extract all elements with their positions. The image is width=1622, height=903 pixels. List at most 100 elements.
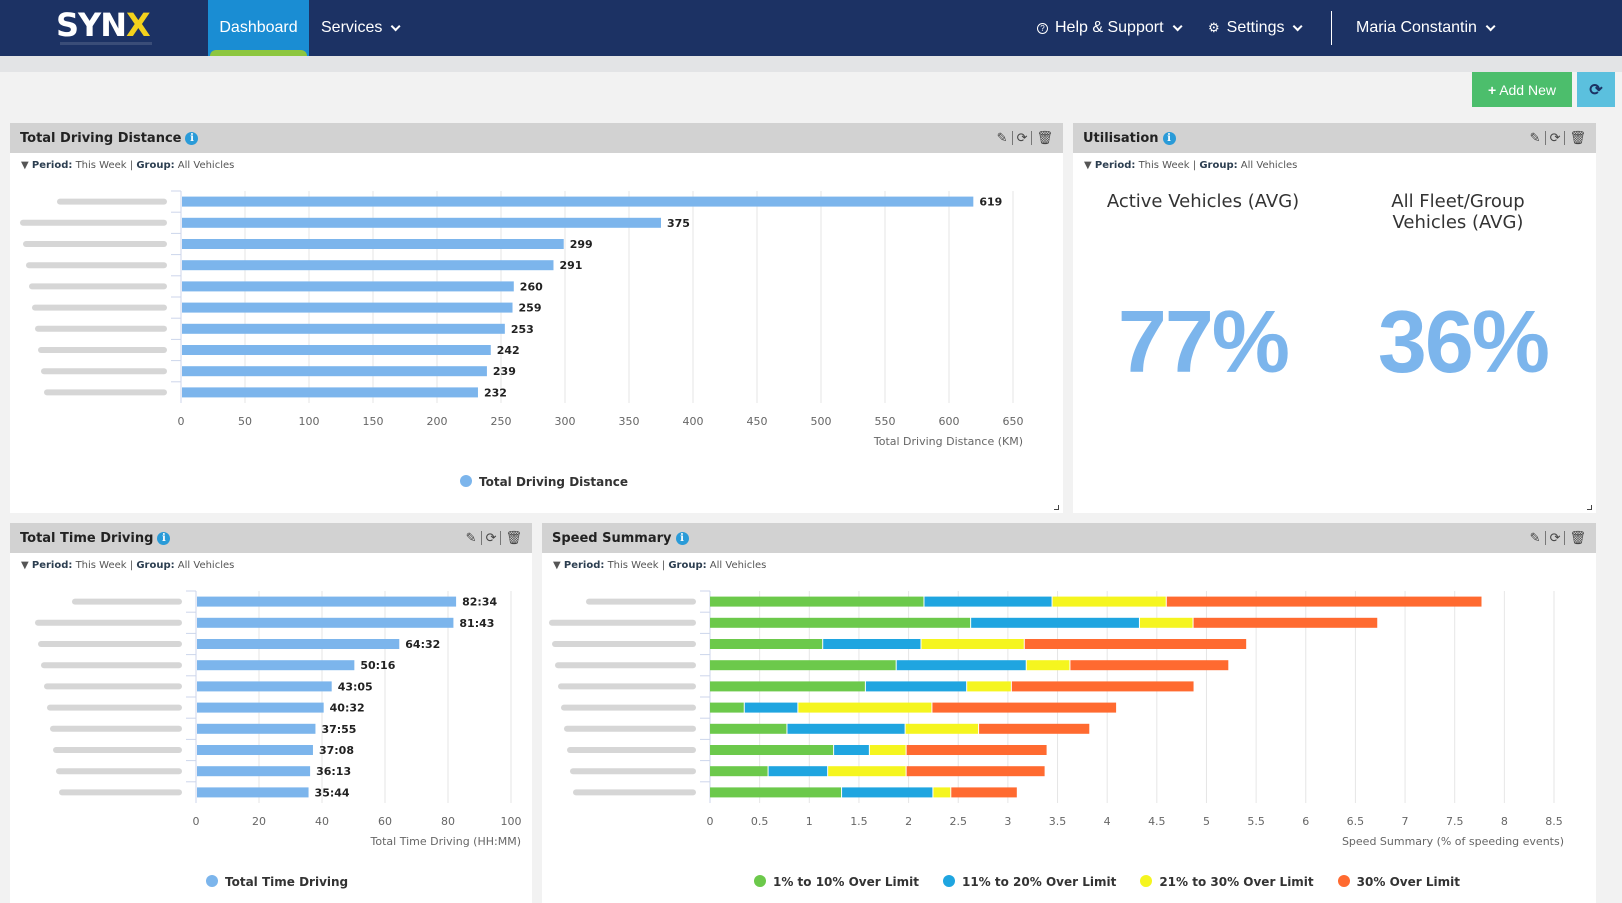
legend-label: 11% to 20% Over Limit bbox=[961, 875, 1117, 889]
info-icon[interactable]: i bbox=[675, 531, 689, 545]
divider bbox=[1544, 531, 1546, 545]
x-axis-title: Total Time Driving (HH:MM) bbox=[370, 835, 521, 848]
trash-icon[interactable]: 🗑 bbox=[1036, 131, 1053, 146]
info-icon[interactable]: i bbox=[157, 531, 171, 545]
category-label-blurred bbox=[72, 598, 182, 605]
info-icon[interactable]: i bbox=[1162, 131, 1176, 145]
refresh-icon[interactable]: ⟳ bbox=[1550, 131, 1561, 146]
edit-icon[interactable]: ✎ bbox=[1530, 531, 1541, 546]
legend-item[interactable]: Total Time Driving bbox=[206, 875, 348, 889]
x-tick-label: 2.5 bbox=[949, 815, 967, 828]
category-label-blurred bbox=[32, 304, 167, 311]
edit-icon[interactable]: ✎ bbox=[1530, 131, 1541, 146]
category-label-blurred bbox=[29, 283, 167, 290]
category-label-blurred bbox=[564, 725, 696, 732]
bar-segment bbox=[798, 702, 932, 713]
legend-item[interactable]: 30% Over Limit bbox=[1337, 875, 1460, 889]
group-value: All Vehicles bbox=[177, 160, 235, 171]
panel-title: Total Time Driving bbox=[20, 530, 154, 546]
logo-x: X bbox=[126, 6, 151, 44]
add-new-label: Add New bbox=[1499, 81, 1556, 98]
refresh-icon[interactable]: ⟳ bbox=[1550, 531, 1561, 546]
chart-legend: 1% to 10% Over Limit 11% to 20% Over Lim… bbox=[754, 875, 1460, 889]
bar bbox=[197, 745, 313, 755]
data-label: 50:16 bbox=[360, 659, 395, 672]
group-label: Group: bbox=[1199, 160, 1238, 171]
trash-icon[interactable]: 🗑 bbox=[1569, 131, 1586, 146]
group-value: All Vehicles bbox=[709, 560, 767, 571]
nav-help-support[interactable]: ? Help & Support bbox=[1025, 0, 1191, 56]
category-label-blurred bbox=[567, 747, 696, 753]
data-label: 37:55 bbox=[321, 723, 356, 736]
legend-item[interactable]: 1% to 10% Over Limit bbox=[754, 875, 919, 889]
nav-services[interactable]: Services bbox=[309, 0, 409, 56]
bar-segment bbox=[710, 596, 924, 607]
time-chart: 0 20 40 60 80 100 Total Time Driving (HH:MM) 82… bbox=[35, 590, 522, 848]
x-tick-label: 20 bbox=[252, 815, 266, 828]
legend-item[interactable]: 21% to 30% Over Limit bbox=[1140, 875, 1314, 889]
trash-icon[interactable]: 🗑 bbox=[1569, 531, 1586, 546]
bar bbox=[197, 787, 309, 798]
bar-segment bbox=[1193, 617, 1378, 628]
top-navbar: SYNX Dashboard Services ? Help & Support… bbox=[0, 0, 1622, 56]
x-tick-label: 1 bbox=[806, 815, 813, 828]
bar-segment bbox=[967, 681, 1011, 692]
bar-segment bbox=[834, 745, 869, 755]
nav-divider bbox=[1331, 11, 1332, 45]
active-vehicles-label: Active Vehicles (AVG) bbox=[1106, 191, 1300, 212]
bar bbox=[182, 217, 661, 228]
resize-handle[interactable] bbox=[1054, 505, 1059, 510]
bar-segment bbox=[710, 702, 744, 713]
legend-item[interactable]: 11% to 20% Over Limit bbox=[942, 875, 1117, 889]
bar-segment bbox=[710, 745, 834, 755]
legend-dot bbox=[460, 475, 472, 487]
bar-segment bbox=[1011, 681, 1194, 692]
x-tick-label: 1.5 bbox=[850, 815, 868, 828]
bar-segment bbox=[1166, 596, 1482, 607]
divider bbox=[480, 531, 482, 545]
refresh-icon[interactable]: ⟳ bbox=[486, 531, 497, 546]
category-label-blurred bbox=[38, 641, 182, 647]
edit-icon[interactable]: ✎ bbox=[997, 131, 1008, 146]
bar-segment bbox=[823, 639, 921, 649]
nav-settings[interactable]: ⚙ Settings bbox=[1196, 0, 1311, 56]
data-label: 232 bbox=[484, 386, 507, 399]
category-label-blurred bbox=[23, 241, 167, 247]
x-tick-label: 7.5 bbox=[1446, 815, 1464, 828]
divider bbox=[500, 531, 502, 545]
legend-dot bbox=[1337, 875, 1350, 887]
bar-segment bbox=[924, 596, 1052, 607]
refresh-icon[interactable]: ⟳ bbox=[1017, 131, 1028, 146]
category-label-blurred bbox=[44, 389, 167, 396]
divider bbox=[1031, 131, 1033, 145]
info-icon[interactable]: i bbox=[185, 131, 199, 145]
divider bbox=[1011, 131, 1013, 145]
fleet-vehicles-label: All Fleet/Group Vehicles (AVG) bbox=[1391, 191, 1525, 233]
bar-segment bbox=[933, 787, 951, 798]
nav-dashboard[interactable]: Dashboard bbox=[208, 0, 309, 56]
legend-item[interactable]: Total Driving Distance bbox=[460, 475, 628, 489]
add-new-button[interactable]: + Add New bbox=[1472, 72, 1572, 107]
chart-legend: Total Time Driving bbox=[206, 875, 348, 889]
group-value: All Vehicles bbox=[177, 560, 235, 571]
refresh-dashboard-button[interactable]: ⟳ bbox=[1577, 72, 1615, 107]
bar bbox=[182, 260, 554, 271]
bar bbox=[197, 702, 324, 713]
bar bbox=[197, 617, 454, 628]
edit-icon[interactable]: ✎ bbox=[466, 531, 477, 546]
user-menu[interactable]: Maria Constantin bbox=[1344, 0, 1504, 56]
category-label-blurred bbox=[47, 704, 182, 711]
trash-icon[interactable]: 🗑 bbox=[505, 531, 522, 546]
x-tick-label: 400 bbox=[683, 415, 704, 428]
category-label-blurred bbox=[57, 198, 167, 205]
x-tick-label: 0 bbox=[707, 815, 714, 828]
bar-segment bbox=[865, 681, 967, 692]
bar bbox=[182, 281, 514, 292]
data-label: 36:13 bbox=[316, 765, 351, 778]
legend-dot bbox=[206, 875, 218, 887]
x-tick-label: 350 bbox=[619, 415, 640, 428]
category-label-blurred bbox=[552, 641, 696, 647]
bar-segment bbox=[710, 787, 842, 798]
user-name: Maria Constantin bbox=[1356, 19, 1477, 36]
resize-handle[interactable] bbox=[1587, 505, 1592, 510]
